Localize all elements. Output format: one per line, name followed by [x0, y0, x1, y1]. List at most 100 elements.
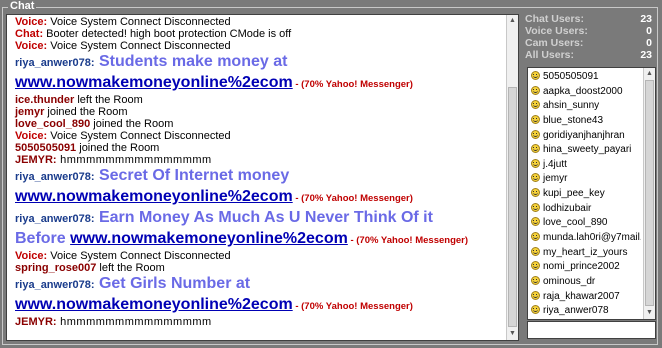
scroll-down-arrow-icon[interactable]: ▼ [507, 328, 518, 340]
chat-line: riya_anwer078: Earn Money As Much As U N… [15, 208, 505, 229]
stat-value: 23 [640, 13, 652, 25]
user-name[interactable]: aapka_doost2000 [543, 86, 623, 97]
user-name[interactable]: ominous_dr [543, 276, 595, 287]
smiley-icon [531, 158, 540, 168]
message-text: Voice System Connect Disconnected [47, 130, 231, 142]
chat-line: www.nowmakemoneyonline%2ecom - (70% Yaho… [15, 73, 505, 94]
client-tag: - (70% Yahoo! Messenger) [292, 301, 413, 312]
user-name[interactable]: kupi_pee_key [543, 188, 605, 199]
chat-scrollbar[interactable]: ▲ ▼ [506, 15, 518, 340]
user-list-item[interactable]: ahsin_sunny [531, 99, 641, 114]
client-tag: - (70% Yahoo! Messenger) [292, 79, 413, 90]
user-list-item[interactable]: munda.lah0ri@y7mail.com [531, 231, 641, 246]
chat-line: Before www.nowmakemoneyonline%2ecom - (7… [15, 229, 505, 250]
user-name[interactable]: 5050505091 [543, 71, 599, 82]
smiley-icon [531, 188, 540, 198]
message-text: Students make money at [94, 53, 288, 70]
user-list-item[interactable]: hina_sweety_payari [531, 143, 641, 158]
stat-label: All Users: [525, 49, 575, 61]
user-list-item[interactable]: love_cool_890 [531, 216, 641, 231]
message-link[interactable]: www.nowmakemoneyonline%2ecom [70, 230, 348, 247]
message-link[interactable]: www.nowmakemoneyonline%2ecom [15, 74, 293, 91]
scroll-down-arrow-icon[interactable]: ▼ [644, 307, 655, 319]
user-list-item[interactable]: raja_khawar2007 [531, 290, 641, 305]
chat-line: Voice: Voice System Connect Disconnected [15, 130, 505, 142]
chat-lines: Voice: Voice System Connect Disconnected… [15, 16, 505, 328]
chat-line: JEMYR: hmmmmmmmmmmmmmmm [15, 316, 505, 328]
user-list-item[interactable]: j.4jutt [531, 158, 641, 173]
user-list-item[interactable]: blue_stone43 [531, 114, 641, 129]
user-list-item[interactable]: lodhizubair [531, 202, 641, 217]
smiley-icon [531, 114, 540, 124]
user-nick[interactable]: riya_anwer078: [15, 213, 95, 225]
user-list-item[interactable]: nomi_prince2002 [531, 260, 641, 275]
smiley-icon [531, 173, 540, 183]
system-label: Chat: [15, 28, 44, 40]
message-input[interactable] [527, 321, 656, 339]
scroll-up-arrow-icon[interactable]: ▲ [644, 68, 655, 80]
chat-line: Voice: Voice System Connect Disconnected [15, 16, 505, 28]
stat-row: Voice Users: 0 [525, 25, 656, 37]
user-nick[interactable]: riya_anwer078: [15, 279, 95, 291]
message-link[interactable]: www.nowmakemoneyonline%2ecom [15, 296, 293, 313]
message-link[interactable]: www.nowmakemoneyonline%2ecom [15, 188, 293, 205]
event-text: joined the Room [76, 142, 160, 154]
user-nick[interactable]: love_cool_890 [15, 118, 90, 130]
user-nick[interactable]: riya_anwer078: [15, 57, 95, 69]
user-name[interactable]: goridiyanjhanjhran [543, 130, 625, 141]
chat-line: ice.thunder left the Room [15, 94, 505, 106]
chat-scroll-thumb[interactable] [508, 86, 517, 327]
user-list-scroll-thumb[interactable] [645, 80, 654, 306]
user-nick[interactable]: JEMYR: [15, 316, 57, 328]
stat-value: 23 [640, 49, 652, 61]
system-label: Voice: [15, 16, 48, 28]
stat-label: Voice Users: [525, 25, 588, 37]
scroll-up-arrow-icon[interactable]: ▲ [507, 15, 518, 27]
user-name[interactable]: lodhizubair [543, 203, 591, 214]
message-text: Voice System Connect Disconnected [47, 16, 231, 28]
user-name[interactable]: blue_stone43 [543, 115, 603, 126]
user-name[interactable]: ahsin_sunny [543, 100, 599, 111]
user-list-scrollbar[interactable]: ▲ ▼ [643, 68, 655, 319]
smiley-icon [531, 71, 540, 80]
user-name[interactable]: riya_anwer078 [543, 305, 609, 316]
chat-window: Chat Voice: Voice System Connect Disconn… [0, 0, 662, 348]
user-stats: Chat Users: 23 Voice Users: 0 Cam Users: 0 All… [525, 13, 656, 61]
user-name[interactable]: jemyr [543, 173, 567, 184]
user-name[interactable]: love_cool_890 [543, 217, 608, 228]
user-nick[interactable]: jemyr [15, 106, 44, 118]
user-name[interactable]: munda.lah0ri@y7mail.com [543, 232, 641, 243]
user-name[interactable]: hina_sweety_payari [543, 144, 631, 155]
user-list-item[interactable]: my_heart_iz_yours [531, 246, 641, 261]
user-list-item[interactable]: kupi_pee_key [531, 187, 641, 202]
user-list-item[interactable]: jemyr [531, 172, 641, 187]
chat-line: www.nowmakemoneyonline%2ecom - (70% Yaho… [15, 187, 505, 208]
user-list-item[interactable]: goridiyanjhanjhran [531, 129, 641, 144]
smiley-icon [531, 290, 540, 300]
user-nick[interactable]: JEMYR: [15, 154, 57, 166]
user-name[interactable]: my_heart_iz_yours [543, 247, 627, 258]
chat-log[interactable]: Voice: Voice System Connect Disconnected… [6, 14, 519, 341]
message-text: hmmmmmmmmmmmmmmm [56, 154, 212, 166]
chat-line: spring_rose007 left the Room [15, 262, 505, 274]
message-text: Get Girls Number at [94, 275, 251, 292]
smiley-icon [531, 144, 540, 154]
user-list-item[interactable]: aapka_doost2000 [531, 85, 641, 100]
user-list[interactable]: 5050505091 aapka_doost2000 ahsin_sunnyblue… [527, 67, 656, 320]
user-nick[interactable]: spring_rose007 [15, 262, 96, 274]
user-list-item[interactable]: ominous_dr [531, 275, 641, 290]
user-name[interactable]: raja_khawar2007 [543, 291, 620, 302]
message-text: Before [15, 230, 71, 247]
chat-line: riya_anwer078: Get Girls Number at [15, 274, 505, 295]
user-name[interactable]: j.4jutt [543, 159, 567, 170]
chat-line: love_cool_890 joined the Room [15, 118, 505, 130]
user-list-item[interactable]: 5050505091 [531, 70, 641, 85]
user-nick[interactable]: riya_anwer078: [15, 171, 95, 183]
user-list-item[interactable]: riya_anwer078 [531, 304, 641, 319]
stat-value: 0 [646, 25, 652, 37]
user-name[interactable]: nomi_prince2002 [543, 261, 620, 272]
user-nick[interactable]: 5050505091 [15, 142, 76, 154]
client-tag: - (70% Yahoo! Messenger) [292, 193, 413, 204]
user-nick[interactable]: ice.thunder [15, 94, 74, 106]
smiley-icon [531, 246, 540, 256]
